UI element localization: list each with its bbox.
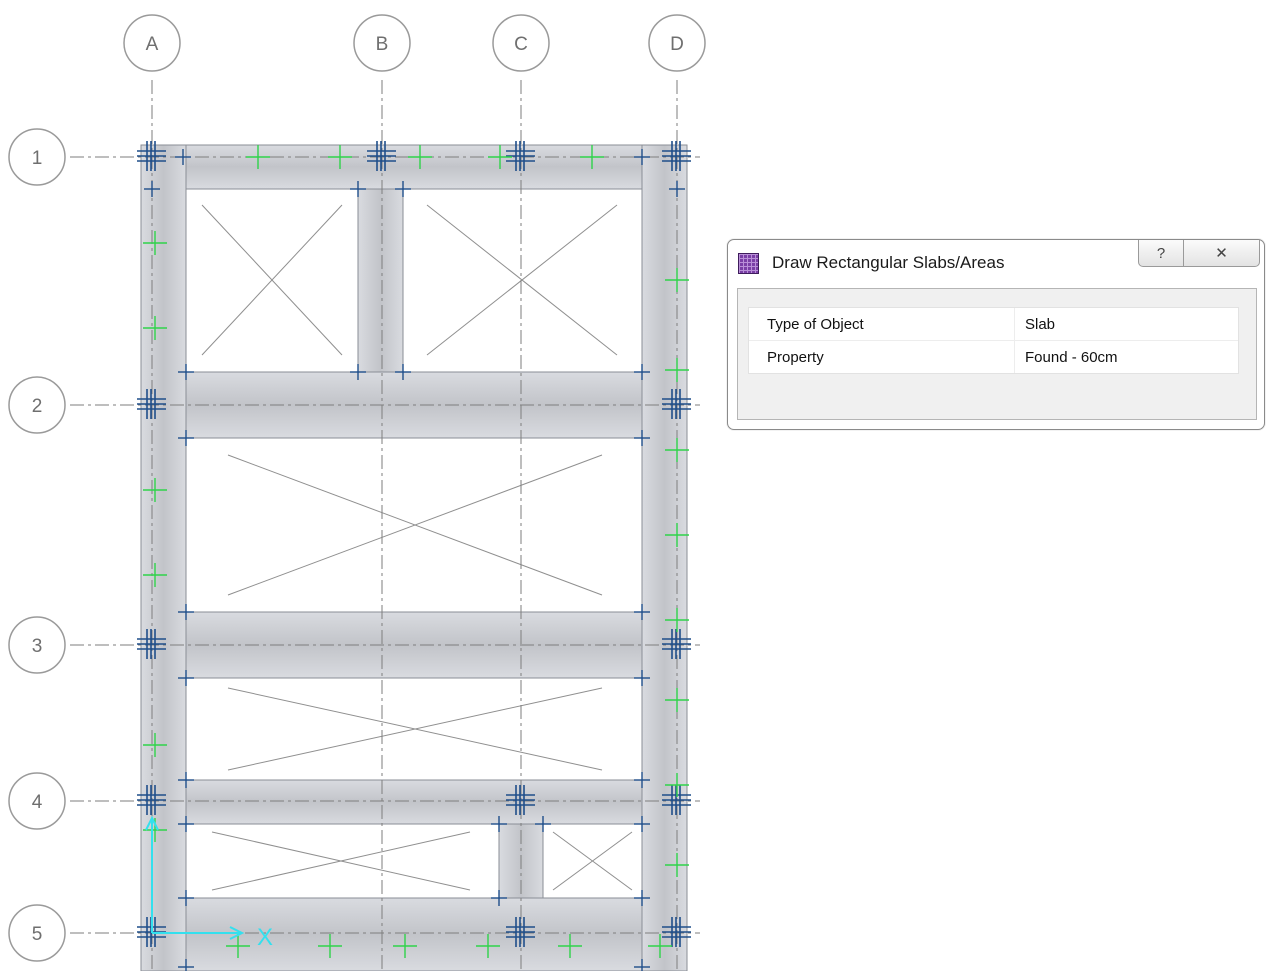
property-label: Type of Object: [767, 316, 864, 333]
beam: [641, 144, 688, 971]
draw-rectangular-slabs-dialog[interactable]: Draw Rectangular Slabs/Areas ? ✕ Type of…: [727, 239, 1265, 430]
grid-bubble-col-A: A: [123, 14, 181, 72]
grid-bubble-row-1: 1: [8, 128, 66, 186]
cell-divider: [1014, 341, 1015, 373]
beam: [140, 897, 688, 971]
help-icon: ?: [1156, 244, 1166, 262]
grid-bubble-row-5: 5: [8, 904, 66, 962]
cell-divider: [1014, 308, 1015, 340]
beam: [357, 188, 404, 373]
svg-text:4: 4: [32, 792, 43, 813]
grid-bubble-row-4: 4: [8, 772, 66, 830]
axis-x-label: X: [257, 924, 273, 951]
beam: [140, 779, 688, 825]
svg-text:2: 2: [32, 396, 43, 417]
svg-text:5: 5: [32, 924, 43, 945]
floor-plan-canvas[interactable]: A B C D 1 2 3 4 5 X: [0, 0, 1266, 971]
dialog-title: Draw Rectangular Slabs/Areas: [772, 253, 1005, 272]
beam: [140, 144, 688, 190]
grid-bubble-col-D: D: [648, 14, 706, 72]
svg-text:C: C: [514, 34, 528, 55]
svg-text:D: D: [670, 34, 684, 55]
property-row-property[interactable]: Property Found - 60cm: [749, 341, 1238, 373]
svg-text:3: 3: [32, 636, 43, 657]
close-icon: ✕: [1215, 245, 1228, 262]
help-button[interactable]: ?: [1138, 240, 1184, 267]
slab-draw-icon: [738, 253, 759, 274]
grid-bubble-col-B: B: [353, 14, 411, 72]
grid-bubble-col-C: C: [492, 14, 550, 72]
property-value[interactable]: Found - 60cm: [1025, 349, 1118, 366]
property-row-type-of-object[interactable]: Type of Object Slab: [749, 308, 1238, 341]
type-of-object-value[interactable]: Slab: [1025, 316, 1055, 333]
close-button[interactable]: ✕: [1183, 240, 1260, 267]
dialog-titlebar[interactable]: Draw Rectangular Slabs/Areas ? ✕: [728, 240, 1264, 284]
beam: [140, 144, 187, 971]
svg-text:B: B: [376, 34, 389, 55]
property-label: Property: [767, 349, 824, 366]
grid-bubble-row-2: 2: [8, 376, 66, 434]
svg-text:A: A: [146, 34, 159, 55]
grid-bubble-row-3: 3: [8, 616, 66, 674]
property-grid: Type of Object Slab Property Found - 60c…: [748, 307, 1239, 374]
svg-text:1: 1: [32, 148, 43, 169]
